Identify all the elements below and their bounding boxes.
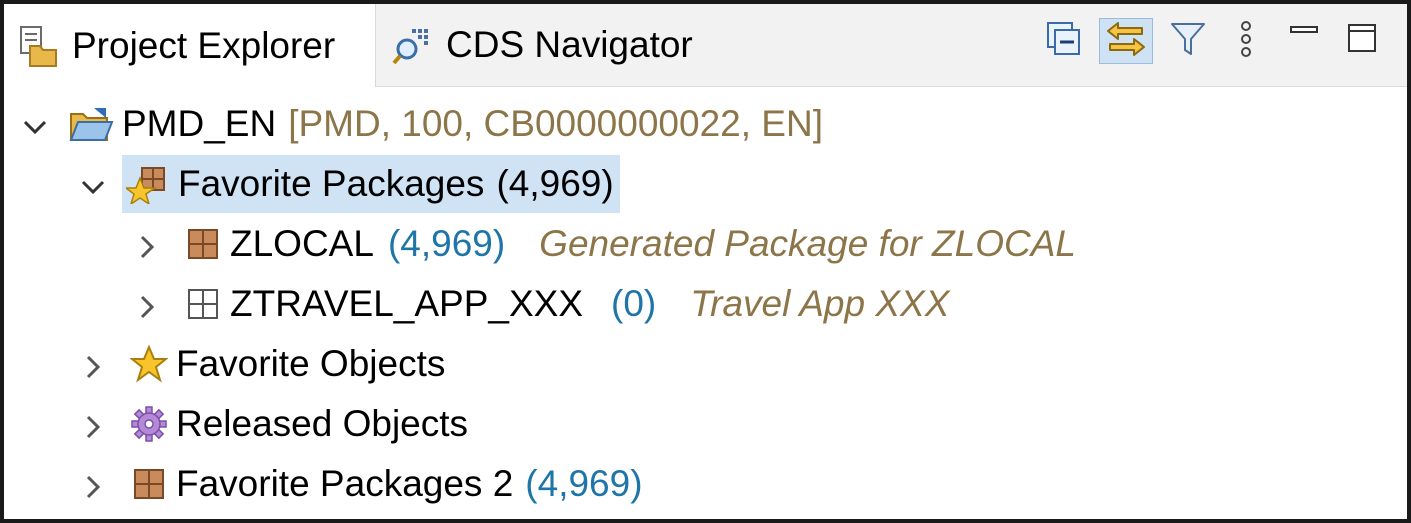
tab-cds-navigator[interactable]: CDS Navigator (378, 4, 738, 86)
project-decoration: [PMD, 100, CB0000000022, EN] (288, 103, 823, 144)
tree-node-favorite-packages-2[interactable]: Favorite Packages 2 (4,969) (78, 454, 643, 514)
chevron-down-icon[interactable] (78, 169, 108, 199)
chevron-right-icon[interactable] (78, 469, 108, 499)
project-explorer-icon (18, 24, 58, 68)
filter-icon (1168, 19, 1208, 64)
filter-button[interactable] (1165, 18, 1211, 64)
tab-project-explorer-label: Project Explorer (72, 24, 336, 66)
chevron-right-icon[interactable] (78, 409, 108, 439)
project-tree: PMD_EN [PMD, 100, CB0000000022, EN] Favo… (4, 94, 1407, 519)
project-name: PMD_EN (122, 103, 277, 144)
minimize-icon (1288, 19, 1320, 64)
chevron-right-icon[interactable] (132, 289, 162, 319)
tree-node-favorite-packages[interactable]: Favorite Packages (4,969) (78, 154, 620, 214)
ztravel-description: Travel App XXX (690, 283, 950, 324)
chevron-down-icon[interactable] (20, 109, 50, 139)
abap-project-icon (68, 104, 114, 144)
favorite-packages-2-count: (4,969) (525, 463, 643, 504)
chevron-right-icon[interactable] (78, 349, 108, 379)
ztravel-count: (0) (611, 283, 657, 324)
chevron-right-icon[interactable] (132, 229, 162, 259)
view-toolbar (1029, 12, 1385, 70)
cds-navigator-icon (392, 23, 432, 67)
zlocal-name: ZLOCAL (230, 223, 374, 264)
released-objects-label: Released Objects (176, 403, 469, 444)
tab-project-explorer[interactable]: Project Explorer (4, 4, 376, 87)
maximize-button[interactable] (1339, 18, 1385, 64)
ztravel-name: ZTRAVEL_APP_XXX (230, 283, 584, 324)
package-outline-icon (186, 284, 222, 324)
gear-icon (130, 404, 168, 444)
favorite-packages-count: (4,969) (496, 163, 614, 204)
project-explorer-view: Project Explorer CDS Navigator PMD_EN [P… (0, 0, 1411, 523)
zlocal-description: Generated Package for ZLOCAL (539, 223, 1076, 264)
tree-node-zlocal[interactable]: ZLOCAL (4,969) Generated Package for ZLO… (132, 214, 1076, 274)
favorite-packages-label: Favorite Packages (178, 163, 485, 204)
favorite-objects-label: Favorite Objects (176, 343, 446, 384)
zlocal-count: (4,969) (387, 223, 506, 264)
tree-node-project[interactable]: PMD_EN [PMD, 100, CB0000000022, EN] (20, 94, 823, 154)
collapse-all-icon (1044, 19, 1084, 64)
view-menu-button[interactable] (1223, 18, 1269, 64)
view-menu-icon (1236, 19, 1256, 64)
tab-cds-navigator-label: CDS Navigator (446, 24, 693, 65)
link-with-editor-button[interactable] (1099, 18, 1153, 64)
favorite-packages-icon (123, 164, 170, 206)
tree-node-ztravel[interactable]: ZTRAVEL_APP_XXX (0) Travel App XXX (132, 274, 949, 334)
package-icon (132, 464, 168, 504)
maximize-icon (1346, 19, 1378, 64)
favorite-packages-selection: Favorite Packages (4,969) (122, 155, 620, 213)
link-with-editor-icon (1104, 19, 1148, 64)
star-icon (129, 344, 169, 384)
tree-node-favorite-objects[interactable]: Favorite Objects (78, 334, 445, 394)
collapse-all-button[interactable] (1041, 18, 1087, 64)
favorite-packages-2-label: Favorite Packages 2 (176, 463, 514, 504)
package-icon (186, 224, 222, 264)
minimize-button[interactable] (1281, 18, 1327, 64)
tree-node-released-objects[interactable]: Released Objects (78, 394, 468, 454)
view-tab-bar: Project Explorer CDS Navigator (4, 4, 1407, 87)
